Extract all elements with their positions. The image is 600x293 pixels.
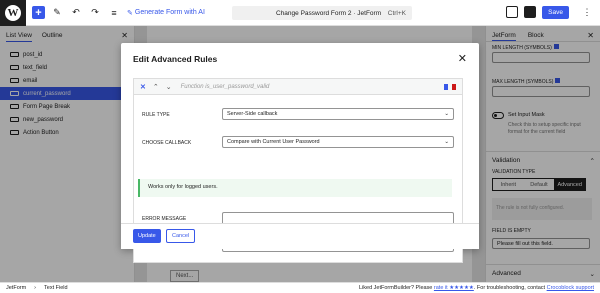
update-button[interactable]: Update	[133, 229, 161, 243]
logged-users-notice: Works only for logged users.	[138, 179, 452, 197]
breadcrumb-item[interactable]: Text Field	[44, 285, 68, 291]
move-down-icon[interactable]: ⌄	[166, 83, 172, 91]
generate-form-label: Generate Form with AI	[134, 9, 205, 16]
generate-form-ai-button[interactable]: ✎ Generate Form with AI	[127, 9, 205, 17]
error-message-label: ERROR MESSAGE	[142, 216, 187, 222]
cancel-button[interactable]: Cancel	[166, 229, 196, 243]
settings-sidebar-icon[interactable]	[524, 6, 537, 18]
breadcrumb-item[interactable]: JetForm	[6, 285, 26, 291]
command-palette-button[interactable]: Change Password Form 2 · JetForm Ctrl+K	[232, 6, 412, 20]
edit-advanced-rules-modal: Edit Advanced Rules ✕ ✕ ⌃ ⌄ Function is_…	[121, 43, 479, 263]
chevron-down-icon: ⌄	[444, 139, 449, 145]
modal-footer: Update Cancel	[121, 223, 479, 249]
save-button[interactable]: Save	[542, 5, 569, 19]
list-view-icon[interactable]: ≡	[107, 6, 121, 20]
move-up-icon[interactable]: ⌃	[153, 83, 159, 91]
footer-message-text: . For troubleshooting, contact	[473, 285, 546, 291]
top-toolbar: W + ✎ ↶ ↷ ≡ ✎ Generate Form with AI Chan…	[0, 0, 600, 26]
collapse-rule-icon[interactable]: ✕	[140, 83, 146, 91]
status-bar: JetForm › Text Field Liked JetFormBuilde…	[0, 282, 600, 293]
shortcut-hint: Ctrl+K	[387, 9, 406, 17]
copy-icon[interactable]	[444, 83, 448, 90]
footer-message: Liked JetFormBuilder? Please rate it ★★★…	[359, 285, 594, 291]
rule-type-value: Server-Side callback	[227, 111, 278, 117]
undo-icon[interactable]: ↶	[69, 6, 83, 20]
footer-message-text: Liked JetFormBuilder? Please	[359, 285, 433, 291]
trash-icon[interactable]	[452, 83, 456, 90]
rate-link[interactable]: rate it ★★★★★	[434, 285, 474, 291]
redo-icon[interactable]: ↷	[88, 6, 102, 20]
breadcrumb-separator: ›	[34, 285, 37, 291]
magic-wand-icon: ✎	[127, 9, 133, 17]
view-icon[interactable]	[506, 6, 519, 18]
choose-callback-label: CHOOSE CALLBACK	[142, 140, 192, 146]
support-link[interactable]: Crocoblock support	[547, 285, 594, 291]
rule-type-label: RULE TYPE	[142, 112, 170, 118]
pencil-icon[interactable]: ✎	[50, 6, 64, 20]
choose-callback-value: Compare with Current User Password	[227, 139, 320, 145]
more-options-icon[interactable]: ⋮	[580, 5, 594, 19]
choose-callback-select[interactable]: Compare with Current User Password ⌄	[222, 136, 454, 148]
breadcrumb: JetForm › Text Field	[6, 285, 68, 291]
rule-type-select[interactable]: Server-Side callback ⌄	[222, 108, 454, 120]
add-block-button[interactable]: +	[32, 6, 45, 19]
rule-name-input[interactable]: Function is_user_password_valid	[181, 84, 270, 90]
rule-header: ✕ ⌃ ⌄ Function is_user_password_valid	[134, 79, 462, 95]
document-title: Change Password Form 2 · JetForm	[276, 9, 382, 17]
modal-title: Edit Advanced Rules	[133, 54, 218, 64]
wordpress-logo-icon[interactable]: W	[0, 0, 26, 26]
close-icon[interactable]: ✕	[458, 52, 467, 65]
chevron-down-icon: ⌄	[444, 111, 449, 117]
